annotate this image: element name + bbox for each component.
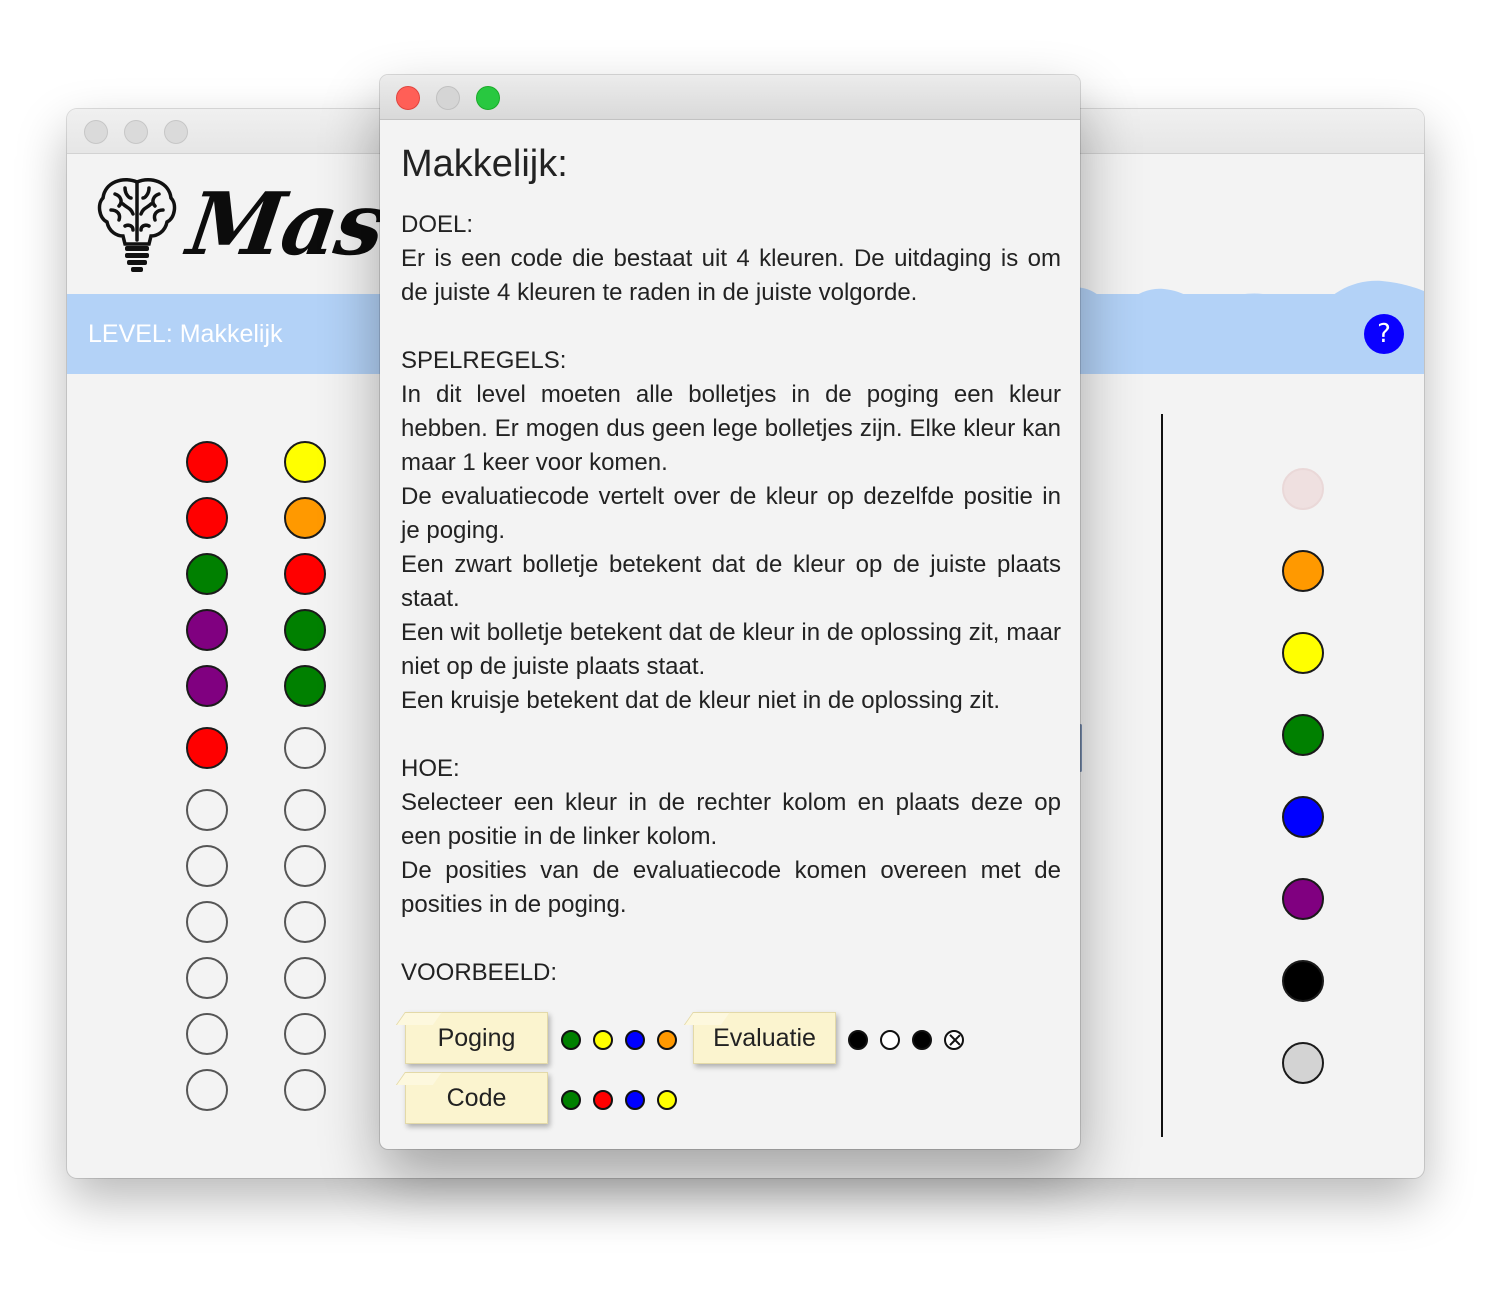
- poging-button[interactable]: Poging: [405, 1012, 548, 1064]
- poging-dot: [593, 1030, 613, 1050]
- attempt-peg[interactable]: [284, 497, 326, 539]
- dialog-minimize-button[interactable]: [436, 86, 460, 110]
- palette-color-peg[interactable]: [1282, 550, 1324, 592]
- doel-text: Er is een code die bestaat uit 4 kleuren…: [401, 245, 1061, 306]
- spelregels-line: In dit level moeten alle bolletjes in de…: [401, 381, 1061, 476]
- attempt-peg[interactable]: [186, 665, 228, 707]
- dialog-title: Makkelijk:: [401, 143, 568, 185]
- attempt-peg[interactable]: [186, 553, 228, 595]
- palette-color-peg[interactable]: [1282, 714, 1324, 756]
- attempt-peg[interactable]: [186, 497, 228, 539]
- palette-color-peg[interactable]: [1282, 468, 1324, 510]
- evaluatie-dot: [848, 1030, 868, 1050]
- spelregels-line: De evaluatiecode vertelt over de kleur o…: [401, 483, 1061, 544]
- voorbeeld-heading: VOORBEELD:: [401, 959, 558, 986]
- empty-peg-slot[interactable]: [284, 1013, 326, 1055]
- help-dialog: Makkelijk: DOEL: Er is een code die best…: [380, 75, 1080, 1149]
- empty-peg-slot[interactable]: [284, 957, 326, 999]
- level-label: LEVEL: Makkelijk: [88, 320, 283, 348]
- spelregels-line: Een wit bolletje betekent dat de kleur i…: [401, 619, 1061, 680]
- spelregels-section: SPELREGELS: In dit level moeten alle bol…: [401, 344, 1061, 718]
- palette-color-peg[interactable]: [1282, 960, 1324, 1002]
- attempt-peg[interactable]: [186, 727, 228, 769]
- empty-peg-slot[interactable]: [284, 845, 326, 887]
- column-divider: [1161, 414, 1163, 1137]
- empty-peg-slot[interactable]: [186, 789, 228, 831]
- evaluatie-dot: [880, 1030, 900, 1050]
- evaluatie-dot: [912, 1030, 932, 1050]
- attempt-peg[interactable]: [186, 441, 228, 483]
- code-label: Code: [446, 1083, 507, 1112]
- spelregels-line: Een zwart bolletje betekent dat de kleur…: [401, 551, 1061, 612]
- empty-peg-slot[interactable]: [284, 1069, 326, 1111]
- empty-peg-slot[interactable]: [284, 901, 326, 943]
- hoe-line: Selecteer een kleur in de rechter kolom …: [401, 789, 1061, 850]
- help-button[interactable]: ?: [1364, 314, 1404, 354]
- empty-peg-slot[interactable]: [186, 1013, 228, 1055]
- palette-color-peg[interactable]: [1282, 796, 1324, 838]
- empty-peg-slot[interactable]: [186, 1069, 228, 1111]
- brain-bulb-icon: [97, 177, 177, 272]
- attempt-peg[interactable]: [186, 609, 228, 651]
- evaluatie-label: Evaluatie: [713, 1023, 816, 1052]
- doel-heading: DOEL:: [401, 211, 474, 238]
- attempt-peg[interactable]: [284, 441, 326, 483]
- evaluatie-button[interactable]: Evaluatie: [693, 1012, 836, 1064]
- maximize-button[interactable]: [164, 120, 188, 144]
- code-dot: [657, 1090, 677, 1110]
- attempt-peg[interactable]: [284, 553, 326, 595]
- empty-peg-slot[interactable]: [186, 901, 228, 943]
- code-button[interactable]: Code: [405, 1072, 548, 1124]
- hoe-line: De posities van de evaluatiecode komen o…: [401, 857, 1061, 918]
- spelregels-line: Een kruisje betekent dat de kleur niet i…: [401, 687, 1001, 714]
- palette-color-peg[interactable]: [1282, 878, 1324, 920]
- attempt-peg[interactable]: [284, 609, 326, 651]
- doel-section: DOEL: Er is een code die bestaat uit 4 k…: [401, 208, 1061, 310]
- poging-label: Poging: [437, 1023, 516, 1052]
- palette-color-peg[interactable]: [1282, 1042, 1324, 1084]
- empty-peg-slot[interactable]: [186, 957, 228, 999]
- poging-dot: [561, 1030, 581, 1050]
- evaluatie-dot: [944, 1030, 964, 1050]
- code-dot: [561, 1090, 581, 1110]
- empty-peg-slot[interactable]: [284, 789, 326, 831]
- voorbeeld-section: VOORBEELD:: [401, 956, 1061, 990]
- empty-peg-slot[interactable]: [284, 727, 326, 769]
- code-dot: [625, 1090, 645, 1110]
- hoe-section: HOE: Selecteer een kleur in de rechter k…: [401, 752, 1061, 922]
- close-button[interactable]: [84, 120, 108, 144]
- dialog-titlebar: [380, 75, 1080, 120]
- palette-color-peg[interactable]: [1282, 632, 1324, 674]
- dialog-maximize-button[interactable]: [476, 86, 500, 110]
- hoe-heading: HOE:: [401, 755, 460, 782]
- poging-dot: [657, 1030, 677, 1050]
- attempt-peg[interactable]: [284, 665, 326, 707]
- dialog-close-button[interactable]: [396, 86, 420, 110]
- minimize-button[interactable]: [124, 120, 148, 144]
- code-dot: [593, 1090, 613, 1110]
- empty-peg-slot[interactable]: [186, 845, 228, 887]
- poging-dot: [625, 1030, 645, 1050]
- spelregels-heading: SPELREGELS:: [401, 347, 567, 374]
